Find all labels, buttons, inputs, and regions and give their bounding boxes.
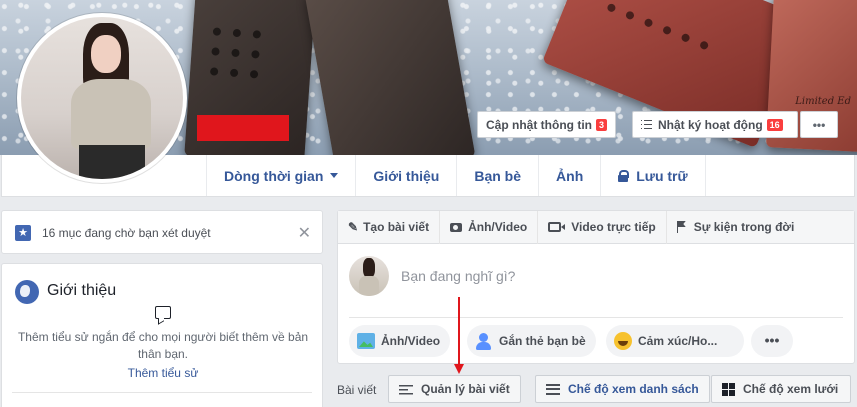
list-view-button[interactable]: Chế độ xem danh sách xyxy=(535,375,710,403)
posts-label: Bài viết xyxy=(337,383,377,397)
manage-posts-label: Quản lý bài viết xyxy=(421,382,510,396)
post-composer: ✎ Tạo bài viết Ảnh/Video Video trực tiếp… xyxy=(337,210,855,364)
close-icon[interactable]: ✕ xyxy=(298,223,311,243)
intro-card: Giới thiệu Thêm tiểu sử ngắn để cho mọi … xyxy=(1,263,323,407)
composer-input[interactable]: Bạn đang nghĩ gì? xyxy=(401,268,515,284)
video-icon xyxy=(548,222,566,232)
update-info-label: Cập nhật thông tin xyxy=(486,117,592,132)
speech-bubble-icon xyxy=(155,306,171,319)
tab-photos-label: Ảnh xyxy=(556,167,584,184)
grid-view-icon xyxy=(722,382,735,396)
camera-icon xyxy=(450,222,463,232)
tab-archive[interactable]: Lưu trữ xyxy=(600,155,706,196)
tab-create-post-label: Tạo bài viết xyxy=(363,220,430,234)
manage-list-icon xyxy=(399,383,413,395)
tab-photo-video-label: Ảnh/Video xyxy=(468,220,528,234)
divider xyxy=(12,392,312,393)
activity-log-button[interactable]: Nhật ký hoạt động 16 xyxy=(632,111,798,138)
composer-avatar xyxy=(349,256,389,296)
more-icon: ••• xyxy=(812,117,826,132)
board-engraving: Limited Ed xyxy=(795,96,851,107)
avatar xyxy=(21,17,183,179)
intro-title: Giới thiệu xyxy=(47,282,117,299)
add-bio-link[interactable]: Thêm tiểu sử xyxy=(2,366,324,380)
lock-icon xyxy=(618,170,630,182)
update-info-button[interactable]: Cập nhật thông tin 3 xyxy=(477,111,616,138)
pending-review-text[interactable]: 16 mục đang chờ bạn xét duyệt xyxy=(42,226,211,240)
tab-timeline[interactable]: Dòng thời gian xyxy=(206,155,355,196)
list-icon xyxy=(641,119,652,130)
tab-photos[interactable]: Ảnh xyxy=(538,155,600,196)
grid-view-button[interactable]: Chế độ xem lưới xyxy=(711,375,851,403)
divider xyxy=(349,317,843,318)
more-options-button[interactable]: ••• xyxy=(800,111,838,138)
list-view-label: Chế độ xem danh sách xyxy=(568,382,699,396)
annotation-arrow-head xyxy=(454,364,464,374)
composer-tabs: ✎ Tạo bài viết Ảnh/Video Video trực tiếp… xyxy=(338,210,854,244)
dragon-board-image xyxy=(304,0,476,155)
tab-life-event[interactable]: Sự kiện trong đời xyxy=(667,211,805,244)
tab-friends[interactable]: Bạn bè xyxy=(456,155,538,196)
tag-friends-label: Gắn thẻ bạn bè xyxy=(499,334,586,348)
tab-timeline-label: Dòng thời gian xyxy=(224,167,324,184)
tab-friends-label: Bạn bè xyxy=(474,167,522,184)
annotation-arrow-line xyxy=(458,297,460,367)
tab-photo-video[interactable]: Ảnh/Video xyxy=(440,210,539,244)
manage-posts-button[interactable]: Quản lý bài viết xyxy=(388,375,521,403)
pending-review-card[interactable]: ★ 16 mục đang chờ bạn xét duyệt ✕ xyxy=(1,210,323,254)
activity-log-label: Nhật ký hoạt động xyxy=(658,117,763,132)
update-info-badge: 3 xyxy=(595,118,607,131)
profile-picture[interactable] xyxy=(17,13,187,183)
feeling-activity-button[interactable]: Cảm xúc/Ho... xyxy=(606,325,744,357)
grid-view-label: Chế độ xem lưới xyxy=(743,382,839,396)
activity-log-badge: 16 xyxy=(766,118,783,131)
photo-icon xyxy=(357,333,375,349)
caret-down-icon xyxy=(330,173,339,178)
flag-icon xyxy=(676,221,688,233)
tag-friends-icon xyxy=(475,332,493,350)
intro-description: Thêm tiểu sử ngắn để cho mọi người biết … xyxy=(17,330,309,361)
tab-life-event-label: Sự kiện trong đời xyxy=(693,220,795,234)
tab-create-post[interactable]: ✎ Tạo bài viết xyxy=(338,210,441,244)
tag-friends-button[interactable]: Gắn thẻ bạn bè xyxy=(467,325,596,357)
list-view-icon xyxy=(546,383,560,395)
globe-icon xyxy=(15,280,39,304)
tab-about[interactable]: Giới thiệu xyxy=(355,155,456,196)
smiley-icon xyxy=(614,332,632,350)
more-actions-button[interactable]: ••• xyxy=(751,325,793,357)
feeling-activity-label: Cảm xúc/Ho... xyxy=(638,334,718,348)
pencil-icon: ✎ xyxy=(348,220,359,234)
photo-video-label: Ảnh/Video xyxy=(381,334,441,348)
tab-live-video[interactable]: Video trực tiếp xyxy=(538,210,667,244)
tab-live-video-label: Video trực tiếp xyxy=(571,220,656,234)
redacted-name-bar xyxy=(197,115,289,141)
star-icon: ★ xyxy=(15,225,31,241)
tab-about-label: Giới thiệu xyxy=(373,167,440,184)
tab-archive-label: Lưu trữ xyxy=(636,167,688,184)
more-icon: ••• xyxy=(764,332,780,348)
photo-video-button[interactable]: Ảnh/Video xyxy=(349,325,451,357)
